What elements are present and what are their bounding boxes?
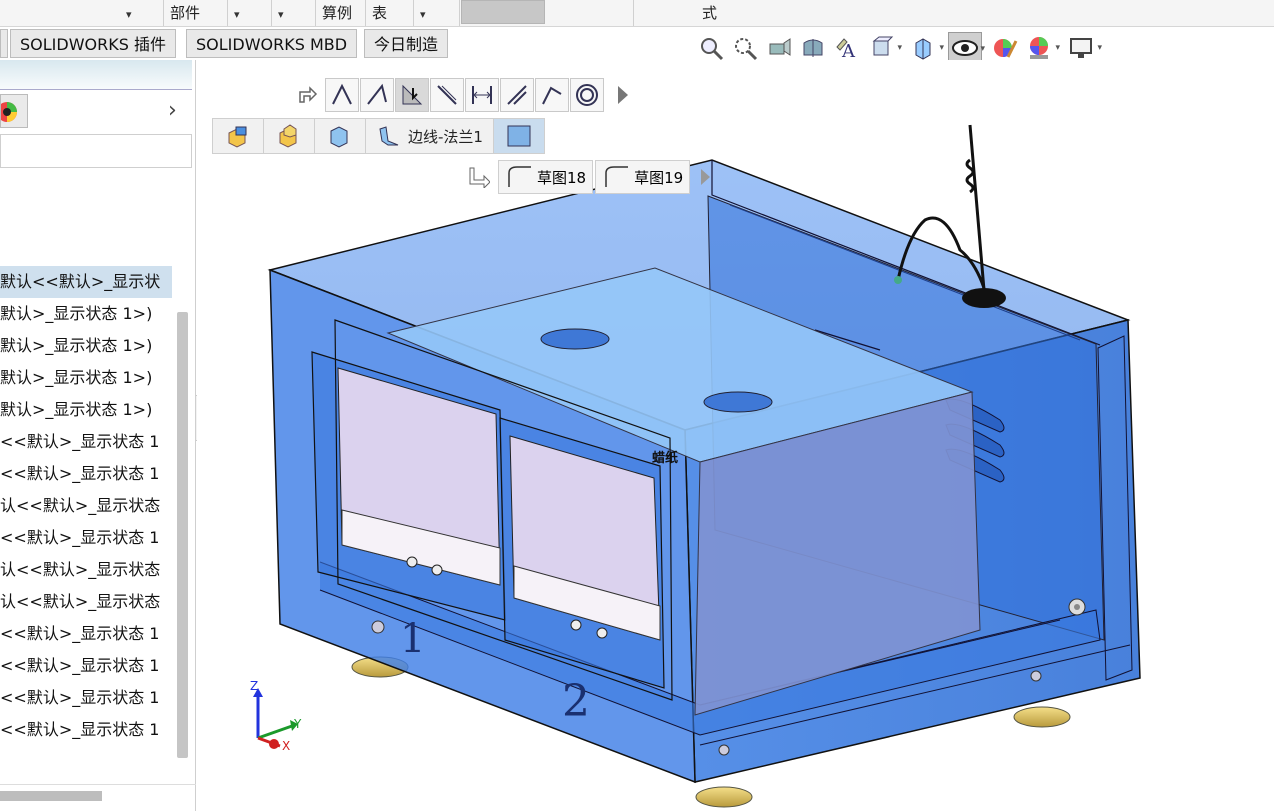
edge-tool-icon[interactable]: [535, 78, 569, 112]
solidworks-window: 部件 算例 表 式 SOLIDWORKS 插件 SOLIDWORKS MBD 今…: [0, 0, 1274, 811]
sketch-icon: [508, 166, 531, 187]
sketch-18[interactable]: 草图18: [498, 160, 594, 194]
triad-z-label: Z: [250, 679, 258, 693]
selection-filter-toolbar: [290, 78, 640, 112]
arrow-icon[interactable]: [290, 78, 324, 112]
coordinate-triad: Z Y X: [250, 679, 302, 753]
angle-tool-icon[interactable]: [360, 78, 394, 112]
chevron-right-icon[interactable]: [692, 160, 718, 194]
part-icon[interactable]: [315, 119, 366, 153]
diagonal-tool-icon[interactable]: [430, 78, 464, 112]
sketch-19[interactable]: 草图19: [595, 160, 691, 194]
breadcrumb-edge-flange[interactable]: 边线-法兰1: [366, 119, 494, 153]
vertex-tool-icon[interactable]: [500, 78, 534, 112]
circle-tool-icon[interactable]: [570, 78, 604, 112]
assembly-icon[interactable]: [213, 119, 264, 153]
subassembly-icon[interactable]: [264, 119, 315, 153]
triad-x-label: X: [282, 739, 290, 753]
edge-flange-label: 边线-法兰1: [408, 127, 483, 146]
face-icon[interactable]: [493, 119, 544, 153]
bay-label-2: 2: [562, 676, 590, 727]
line-tool-icon[interactable]: [325, 78, 359, 112]
sketch-19-label: 草图19: [634, 168, 684, 187]
triad-y-label: Y: [293, 717, 302, 731]
chevron-right-icon[interactable]: [605, 78, 639, 112]
sketch-18-label: 草图18: [537, 168, 587, 187]
return-arrow-icon: [462, 160, 496, 194]
feature-breadcrumb: 边线-法兰1: [212, 118, 545, 154]
model-canvas: 蜡纸 1 2 Z Y X: [250, 124, 1141, 808]
bay-label-1: 1: [400, 616, 425, 662]
distance-tool-icon[interactable]: [465, 78, 499, 112]
svg-text:蜡纸: 蜡纸: [652, 450, 678, 466]
rotate-tool-icon[interactable]: [395, 78, 429, 112]
sheetmetal-icon: [379, 126, 399, 146]
sketch-breadcrumb: 草图18 草图19: [462, 160, 720, 194]
sketch-icon: [605, 166, 629, 187]
